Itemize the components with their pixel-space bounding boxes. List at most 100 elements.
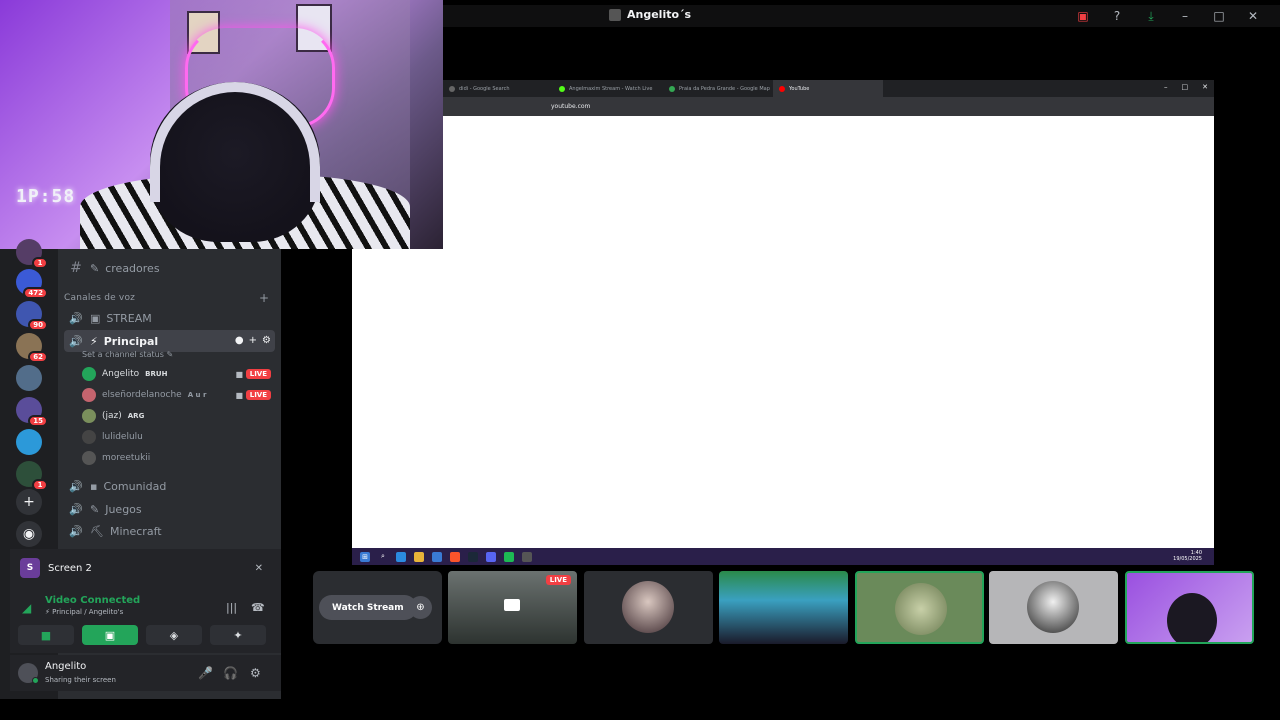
camera-button[interactable]: ■ xyxy=(18,625,74,645)
chat-icon[interactable]: ● xyxy=(235,335,244,346)
username[interactable]: Angelito xyxy=(45,661,86,672)
stop-share-icon[interactable]: ✕ xyxy=(255,563,263,574)
cast-icon[interactable]: ▣ xyxy=(1074,7,1092,25)
help-icon[interactable]: ? xyxy=(1108,7,1126,25)
window-title-text: Angelito´s xyxy=(627,8,692,21)
voice-member[interactable]: lulidelulu xyxy=(82,428,273,446)
browser-tab[interactable]: Praia da Pedra Grande - Google Map xyxy=(663,80,773,97)
led-clock: 1P:58 xyxy=(16,186,76,207)
minimize-icon[interactable]: – xyxy=(1176,7,1194,25)
participant-tile[interactable] xyxy=(855,571,984,644)
cast-icon[interactable]: ⊕ xyxy=(409,596,432,619)
participant-tile[interactable] xyxy=(1125,571,1254,644)
gear-icon[interactable]: ⚙ xyxy=(250,666,261,680)
voice-channel-stream[interactable]: 🔊 ▣ STREAM xyxy=(64,307,275,329)
microphone-icon[interactable]: 🎤 xyxy=(198,666,213,680)
participant-tile[interactable] xyxy=(584,571,713,644)
search-icon: ⌕ xyxy=(381,552,385,560)
member-name: elseñordelanoche xyxy=(102,390,182,400)
camera-icon: ■ xyxy=(235,369,243,379)
server-icon[interactable]: 472 xyxy=(16,269,48,299)
voice-member[interactable]: (jaz) ARG xyxy=(82,407,273,425)
browser-tab-active[interactable]: YouTube xyxy=(773,80,883,97)
address-bar[interactable]: youtube.com xyxy=(443,97,1214,116)
browser-tab[interactable]: didi - Google Search xyxy=(443,80,553,97)
noise-suppression-icon[interactable]: ||| xyxy=(226,601,237,614)
avatar xyxy=(82,409,96,423)
server-icon[interactable] xyxy=(16,429,42,455)
server-icon[interactable]: 62 xyxy=(16,333,48,363)
channel-name: creadores xyxy=(105,261,160,275)
avatar xyxy=(82,367,96,381)
voice-channel-juegos[interactable]: 🔊 ✎ Juegos xyxy=(64,498,275,520)
disconnect-icon[interactable]: ☎ xyxy=(251,601,265,614)
speaker-icon: 🔊 xyxy=(69,502,83,516)
soundboard-button[interactable]: ✦ xyxy=(210,625,266,645)
chat-bubble-icon: ▪ xyxy=(90,479,98,493)
youtube-icon xyxy=(779,85,785,92)
url-text[interactable]: youtube.com xyxy=(551,103,590,110)
voice-member[interactable]: moreetukii xyxy=(82,449,273,467)
channel-status[interactable]: Set a channel status ✎ xyxy=(82,350,173,359)
spotify-icon xyxy=(504,551,514,562)
voice-status[interactable]: Video Connected xyxy=(45,595,140,606)
text-channel[interactable]: # ✎ creadores xyxy=(64,257,275,279)
title-bar: Angelito´s ▣ ? ⤓ – □ ✕ xyxy=(443,5,1280,27)
participant-tile[interactable] xyxy=(719,571,848,644)
browser-tab[interactable]: Angelmaxim Stream - Watch Live xyxy=(553,80,663,97)
screen-share-button[interactable]: ▣ xyxy=(82,625,138,645)
add-channel-icon[interactable]: + xyxy=(259,291,269,305)
member-tag: A u r xyxy=(187,391,207,399)
stream-view[interactable]: didi - Google Search Angelmaxim Stream -… xyxy=(352,80,1214,565)
close-icon[interactable]: ✕ xyxy=(1202,83,1208,91)
channel-name: Comunidad xyxy=(103,479,167,493)
explore-icon[interactable]: ◉ xyxy=(16,521,42,547)
window-title: Angelito´s xyxy=(609,8,691,21)
download-icon[interactable]: ⤓ xyxy=(1142,7,1160,25)
participant-tile[interactable] xyxy=(989,571,1118,644)
watch-stream-button[interactable]: Watch Stream xyxy=(319,595,417,620)
minimize-icon[interactable]: – xyxy=(1164,83,1168,91)
voice-member[interactable]: elseñordelanoche A u r ■ LIVE xyxy=(82,386,273,404)
voice-category[interactable]: Canales de voz xyxy=(64,293,135,303)
speaker-icon: 🔊 xyxy=(69,479,83,493)
add-server-icon[interactable]: + xyxy=(16,489,42,515)
online-status-icon xyxy=(32,677,39,684)
pickaxe-icon: ⛏ xyxy=(90,524,104,538)
channel-name: STREAM xyxy=(106,311,152,325)
maps-icon xyxy=(669,85,675,92)
maximize-icon[interactable]: □ xyxy=(1182,83,1189,91)
server-icon[interactable]: 90 xyxy=(16,301,48,331)
taskbar-date: 19/05/2025 xyxy=(1173,556,1202,562)
gear-icon[interactable]: ⚙ xyxy=(262,335,271,346)
server-icon[interactable] xyxy=(16,365,42,391)
browser-tab-label: Praia da Pedra Grande - Google Map xyxy=(679,85,770,92)
maximize-icon[interactable]: □ xyxy=(1210,7,1228,25)
member-name: lulidelulu xyxy=(102,432,143,442)
server-icon[interactable]: 15 xyxy=(16,397,48,427)
edge-icon xyxy=(396,551,406,562)
headphones-icon[interactable]: 🎧 xyxy=(223,666,238,680)
live-badge: LIVE xyxy=(245,390,271,400)
store-icon xyxy=(432,551,442,562)
person-head xyxy=(1167,593,1217,642)
voice-channel-comunidad[interactable]: 🔊 ▪ Comunidad xyxy=(64,475,275,497)
watch-stream-tile: Watch Stream ⊕ xyxy=(313,571,442,644)
channel-name: Juegos xyxy=(105,502,142,516)
voice-channel-minecraft[interactable]: 🔊 ⛏ Minecraft xyxy=(64,520,275,542)
screen-icon xyxy=(504,599,520,611)
participant-tile[interactable]: LIVE xyxy=(448,571,577,644)
voice-member[interactable]: Angelito BRUH ■ LIVE xyxy=(82,365,273,383)
screen-share-panel[interactable]: S Screen 2 ✕ xyxy=(10,549,281,587)
server-icon[interactable]: 1 xyxy=(16,239,48,269)
voice-connection-panel: ◢ Video Connected ⚡ Principal / Angelito… xyxy=(10,587,281,653)
browser-tab-label: YouTube xyxy=(789,85,810,92)
avatar xyxy=(895,583,947,635)
browser-tab-label: didi - Google Search xyxy=(459,85,510,92)
server-icon[interactable]: 1 xyxy=(16,461,48,491)
add-member-icon[interactable]: + xyxy=(249,335,257,346)
signal-icon[interactable]: ◢ xyxy=(22,601,31,615)
activity-button[interactable]: ◈ xyxy=(146,625,202,645)
close-icon[interactable]: ✕ xyxy=(1244,7,1262,25)
taskbar: ⊞ ⌕ 1:40 19/05/2025 xyxy=(352,548,1214,565)
